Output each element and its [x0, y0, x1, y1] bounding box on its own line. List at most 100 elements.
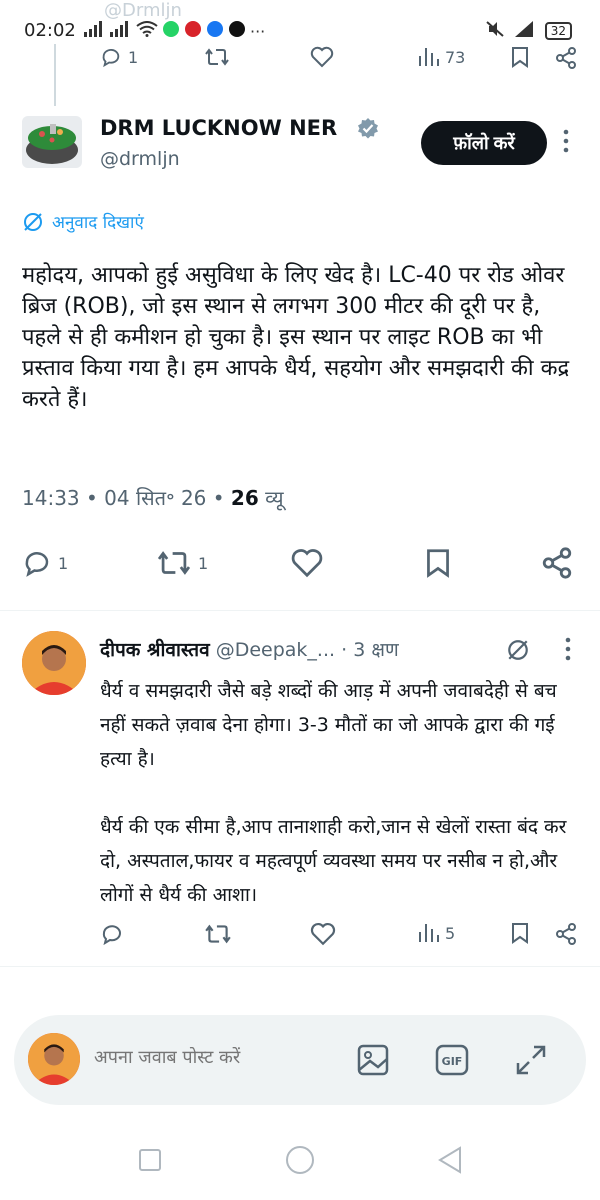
status-time: 02:02 [24, 20, 76, 41]
tweet-meta: 14:33 • 04 सित॰ 26 • 26 व्यू [22, 484, 284, 511]
reply-button[interactable]: 1 [22, 548, 68, 578]
heart-icon [310, 46, 334, 68]
views-icon [419, 924, 439, 942]
reply-separator: · [341, 639, 354, 661]
share-button-top[interactable] [554, 46, 578, 70]
signal-icon-3 [514, 21, 535, 41]
divider-2 [0, 966, 600, 967]
reply-retweet-button[interactable] [204, 922, 232, 946]
views-button-top[interactable]: 73 [417, 46, 465, 68]
author-avatar[interactable] [22, 116, 82, 168]
whatsapp-icon [162, 20, 180, 42]
mute-icon [485, 20, 505, 42]
status-bar: @Drmljn 02:02 ··· 32 [0, 0, 600, 44]
battery-indicator: 32 [544, 22, 572, 40]
reply-composer: GIF [14, 1015, 586, 1105]
retweet-count: 1 [198, 553, 209, 573]
retweet-icon [157, 551, 191, 575]
bookmark-icon [512, 47, 528, 68]
views-icon [419, 48, 439, 66]
signal-icon-2 [110, 21, 132, 41]
share-icon [542, 547, 572, 579]
translate-link[interactable]: अनुवाद दिखाएं [22, 210, 144, 233]
reply-count-top: 1 [128, 47, 139, 67]
translate-icon [24, 212, 42, 231]
facebook-icon [206, 20, 224, 42]
share-icon [556, 47, 576, 69]
like-button-top[interactable] [310, 46, 334, 68]
status-icons-left: ··· [84, 20, 265, 42]
jio-icon [184, 20, 202, 42]
threads-icon [228, 20, 246, 42]
tweet-date: 04 सित॰ 26 [104, 486, 207, 510]
reply-bookmark-button[interactable] [510, 922, 530, 944]
reply-paragraph-1: धैर्य व समझदारी जैसे बड़े शब्दों की आड़ … [100, 680, 557, 770]
tweet-views-label: व्यू [265, 486, 284, 510]
divider [0, 610, 600, 611]
meta-separator-2: • [212, 486, 231, 510]
reply-more-options-icon[interactable] [562, 636, 574, 666]
share-button[interactable] [540, 546, 574, 580]
like-button[interactable] [290, 548, 324, 578]
reply-paragraph-2: धैर्य की एक सीमा है,आप तानाशाही करो,जान … [100, 816, 567, 906]
back-icon[interactable] [436, 1146, 464, 1178]
reply-author-avatar[interactable] [22, 631, 86, 695]
expand-icon[interactable] [514, 1043, 548, 1081]
reply-views-button[interactable]: 5 [417, 922, 455, 944]
wifi-icon [136, 21, 158, 41]
retweet-button[interactable]: 1 [156, 548, 208, 578]
reply-button-top[interactable]: 1 [100, 46, 138, 68]
reply-actions: 5 [100, 920, 580, 950]
reply-icon [25, 552, 49, 577]
gif-label: GIF [442, 1055, 463, 1068]
reply-text: धैर्य व समझदारी जैसे बड़े शब्दों की आड़ … [100, 674, 580, 912]
signal-icon [84, 21, 106, 41]
share-icon [556, 923, 576, 945]
more-options-icon[interactable] [560, 128, 572, 158]
composer-avatar [28, 1033, 80, 1085]
reply-header: दीपक श्रीवास्तव @Deepak_... · 3 क्षण [100, 636, 399, 662]
reply-input[interactable] [94, 1047, 334, 1068]
gif-icon[interactable]: GIF [434, 1043, 470, 1081]
previous-tweet-actions: 1 73 [100, 44, 580, 74]
reply-author-name[interactable]: दीपक श्रीवास्तव [100, 639, 210, 661]
heart-icon [310, 922, 336, 946]
verified-badge-icon [357, 117, 379, 143]
bookmark-icon [512, 923, 528, 944]
system-nav-bar [0, 1130, 600, 1200]
reply-views-count: 5 [445, 923, 456, 943]
tweet-actions: 1 1 [22, 544, 582, 584]
meta-separator: • [86, 486, 105, 510]
heart-icon [291, 549, 323, 578]
status-icons-right: 32 [485, 20, 572, 42]
retweet-icon [205, 48, 229, 66]
reply-time: 3 क्षण [353, 639, 399, 661]
translate-label: अनुवाद दिखाएं [52, 213, 144, 233]
follow-button[interactable]: फ़ॉलो करें [421, 121, 547, 165]
reply-share-button[interactable] [554, 922, 578, 946]
reply-icon [102, 48, 120, 68]
recent-apps-icon[interactable] [138, 1148, 162, 1176]
tweet-text: महोदय, आपको हुई असुविधा के लिए खेद है। L… [22, 263, 570, 412]
reply-count: 1 [58, 553, 69, 573]
bookmark-button[interactable] [424, 548, 452, 578]
reply-author-handle[interactable]: @Deepak_... [216, 639, 335, 661]
reply-translate-icon[interactable] [506, 638, 530, 666]
more-dots-icon: ··· [250, 21, 266, 41]
tweet-time: 14:33 [22, 486, 80, 510]
views-count-top: 73 [445, 47, 466, 67]
reply-reply-button[interactable] [100, 922, 124, 946]
tweet-views-count: 26 [230, 486, 259, 510]
image-icon[interactable] [356, 1043, 390, 1081]
reply-icon [102, 925, 121, 946]
retweet-icon [205, 924, 231, 944]
reply-like-button[interactable] [310, 922, 336, 946]
home-icon[interactable] [284, 1144, 316, 1180]
bookmark-icon [427, 549, 449, 578]
author-name[interactable]: DRM LUCKNOW NER [100, 116, 337, 140]
author-handle[interactable]: @drmljn [100, 148, 180, 170]
bookmark-button-top[interactable] [510, 46, 530, 68]
thread-connector-line [54, 44, 56, 106]
ghost-handle-text: @Drmljn [104, 0, 182, 21]
retweet-button-top[interactable] [204, 46, 230, 68]
